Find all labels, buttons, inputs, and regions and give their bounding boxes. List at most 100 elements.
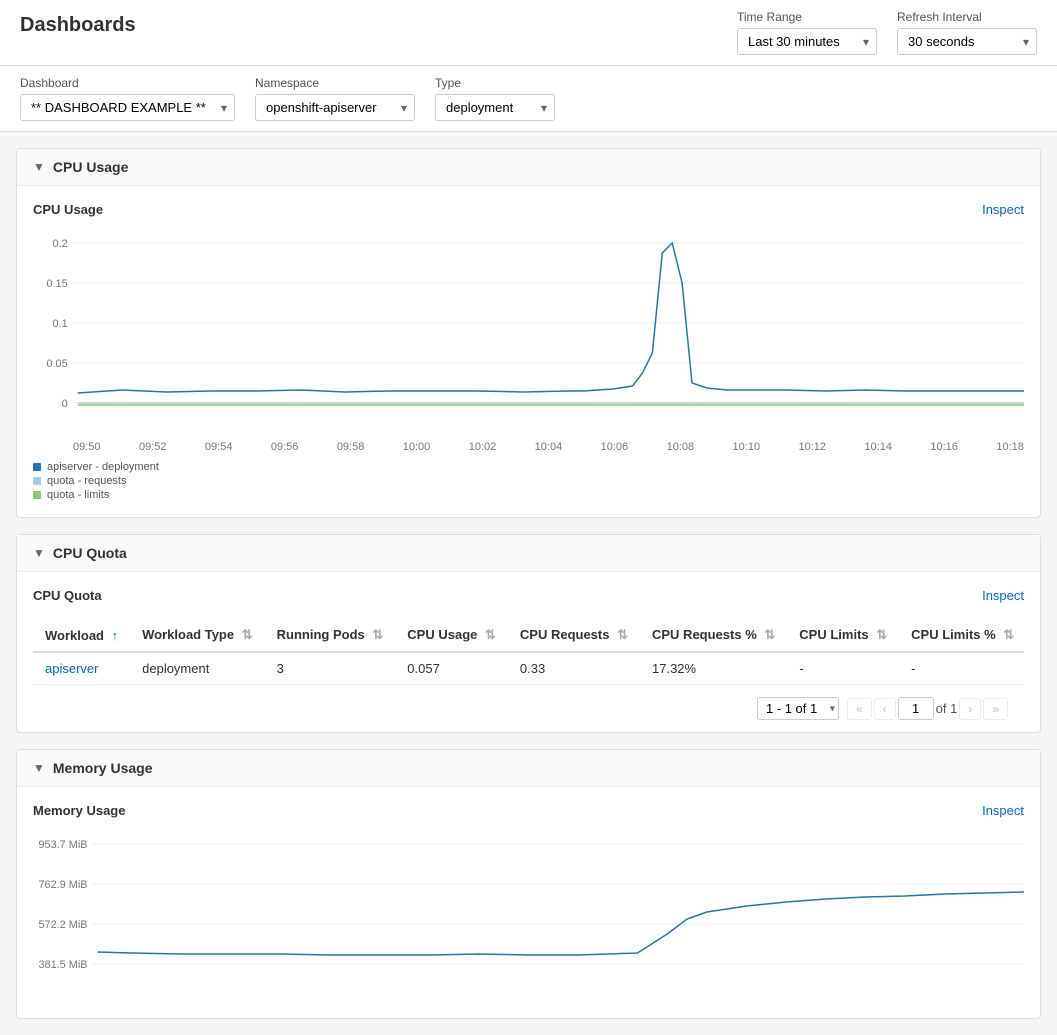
refresh-interval-label: Refresh Interval — [897, 10, 1037, 24]
cpu-quota-table-container: Workload ↑ Workload Type ⇅ Running Pods … — [33, 619, 1024, 684]
refresh-interval-group: Refresh Interval Off 15 seconds 30 secon… — [897, 10, 1037, 55]
th-cpu-limits-pct-label: CPU Limits % — [911, 627, 996, 642]
dashboard-select[interactable]: ** DASHBOARD EXAMPLE ** — [20, 94, 235, 121]
filter-bar: Dashboard ** DASHBOARD EXAMPLE ** Namesp… — [0, 66, 1057, 132]
x-label-11: 10:12 — [798, 441, 826, 453]
cpu-usage-x-labels: 09:50 09:52 09:54 09:56 09:58 10:00 10:0… — [33, 441, 1024, 453]
time-controls: Time Range Last 5 minutes Last 15 minute… — [737, 10, 1037, 55]
page-prev-btn[interactable]: ‹ — [874, 698, 896, 720]
svg-text:0.05: 0.05 — [46, 358, 67, 370]
cpu-quota-chart-title: CPU Quota — [33, 588, 102, 603]
x-label-3: 09:56 — [271, 441, 299, 453]
refresh-interval-select-wrapper: Off 15 seconds 30 seconds 1 minute 5 min… — [897, 28, 1037, 55]
page-next-btn[interactable]: › — [959, 698, 981, 720]
td-cpu-requests-pct: 17.32% — [640, 652, 787, 684]
x-label-6: 10:02 — [469, 441, 497, 453]
x-label-10: 10:10 — [733, 441, 761, 453]
svg-text:953.7 MiB: 953.7 MiB — [38, 839, 87, 851]
td-workload: apiserver — [33, 652, 130, 684]
cpu-usage-section-title: CPU Usage — [53, 159, 128, 175]
legend-item-0: apiserver - deployment — [33, 461, 1024, 473]
th-workload-type[interactable]: Workload Type ⇅ — [130, 619, 265, 652]
cpu-quota-thead: Workload ↑ Workload Type ⇅ Running Pods … — [33, 619, 1024, 652]
type-select[interactable]: deployment — [435, 94, 555, 121]
workload-link[interactable]: apiserver — [45, 661, 98, 676]
memory-usage-header[interactable]: ▼ Memory Usage — [17, 750, 1040, 787]
x-label-7: 10:04 — [535, 441, 563, 453]
type-filter-label: Type — [435, 76, 555, 90]
th-cpu-requests-pct[interactable]: CPU Requests % ⇅ — [640, 619, 787, 652]
dashboard-filter-label: Dashboard — [20, 76, 235, 90]
namespace-select[interactable]: openshift-apiserver — [255, 94, 415, 121]
memory-usage-svg: 953.7 MiB 762.9 MiB 572.2 MiB 381.5 MiB — [33, 834, 1024, 994]
page-number-input[interactable] — [898, 697, 934, 720]
cpu-quota-header[interactable]: ▼ CPU Quota — [17, 535, 1040, 572]
cpu-usage-header[interactable]: ▼ CPU Usage — [17, 149, 1040, 186]
x-label-13: 10:16 — [930, 441, 958, 453]
svg-text:762.9 MiB: 762.9 MiB — [38, 879, 87, 891]
page-nav-buttons: « ‹ of 1 › » — [847, 697, 1008, 720]
memory-usage-chart: 953.7 MiB 762.9 MiB 572.2 MiB 381.5 MiB — [33, 834, 1024, 994]
th-workload-type-label: Workload Type — [142, 627, 234, 642]
svg-text:572.2 MiB: 572.2 MiB — [38, 919, 87, 931]
th-workload[interactable]: Workload ↑ — [33, 619, 130, 652]
page-title: Dashboards — [20, 14, 136, 37]
th-cpu-usage-label: CPU Usage — [407, 627, 477, 642]
th-cpu-requests[interactable]: CPU Requests ⇅ — [508, 619, 640, 652]
refresh-interval-select[interactable]: Off 15 seconds 30 seconds 1 minute 5 min… — [897, 28, 1037, 55]
td-workload-type: deployment — [130, 652, 265, 684]
cpu-usage-legend: apiserver - deployment quota - requests … — [33, 461, 1024, 501]
cpu-usage-section: ▼ CPU Usage CPU Usage Inspect 0.2 0.15 — [16, 148, 1041, 518]
svg-text:0.1: 0.1 — [53, 318, 68, 330]
th-cpu-limits[interactable]: CPU Limits ⇅ — [787, 619, 899, 652]
page-range-select[interactable]: 1 - 1 of 1 — [757, 697, 839, 720]
time-range-select[interactable]: Last 5 minutes Last 15 minutes Last 30 m… — [737, 28, 877, 55]
x-label-9: 10:08 — [667, 441, 695, 453]
cpu-usage-chart-title: CPU Usage — [33, 202, 103, 217]
main-content: ▼ CPU Usage CPU Usage Inspect 0.2 0.15 — [0, 132, 1057, 1035]
td-running-pods: 3 — [265, 652, 396, 684]
x-label-5: 10:00 — [403, 441, 431, 453]
memory-usage-chart-title: Memory Usage — [33, 803, 125, 818]
th-cpu-limits-pct[interactable]: CPU Limits % ⇅ — [899, 619, 1024, 652]
th-cpu-usage-sort-icon: ⇅ — [485, 627, 496, 642]
dashboard-filter-group: Dashboard ** DASHBOARD EXAMPLE ** — [20, 76, 235, 121]
memory-usage-chart-header: Memory Usage Inspect — [33, 803, 1024, 818]
td-cpu-limits: - — [787, 652, 899, 684]
x-label-12: 10:14 — [864, 441, 892, 453]
legend-label-1: quota - requests — [47, 475, 127, 487]
page-last-btn[interactable]: » — [983, 698, 1008, 720]
pagination: 1 - 1 of 1 « ‹ of 1 › » — [33, 684, 1024, 732]
th-cpu-usage[interactable]: CPU Usage ⇅ — [395, 619, 508, 652]
type-filter-group: Type deployment — [435, 76, 555, 121]
cpu-quota-body: CPU Quota Inspect Workload ↑ Workload Ty… — [17, 572, 1040, 732]
th-cpu-limits-label: CPU Limits — [799, 627, 868, 642]
page-first-btn[interactable]: « — [847, 698, 872, 720]
th-workload-type-sort-icon: ⇅ — [242, 627, 253, 642]
type-select-wrapper: deployment — [435, 94, 555, 121]
svg-text:0.15: 0.15 — [46, 278, 67, 290]
cpu-usage-chart: 0.2 0.15 0.1 0.05 0 — [33, 233, 1024, 433]
legend-label-2: quota - limits — [47, 489, 109, 501]
memory-usage-inspect-link[interactable]: Inspect — [982, 803, 1024, 818]
x-label-8: 10:06 — [601, 441, 629, 453]
page-of-label: of 1 — [936, 701, 958, 716]
cpu-usage-inspect-link[interactable]: Inspect — [982, 202, 1024, 217]
legend-item-1: quota - requests — [33, 475, 1024, 487]
time-range-select-wrapper: Last 5 minutes Last 15 minutes Last 30 m… — [737, 28, 877, 55]
cpu-quota-table: Workload ↑ Workload Type ⇅ Running Pods … — [33, 619, 1024, 684]
memory-usage-chevron: ▼ — [33, 761, 45, 775]
cpu-quota-inspect-link[interactable]: Inspect — [982, 588, 1024, 603]
th-workload-sort-icon: ↑ — [112, 628, 119, 643]
cpu-quota-section: ▼ CPU Quota CPU Quota Inspect Workload ↑ — [16, 534, 1041, 733]
svg-text:381.5 MiB: 381.5 MiB — [38, 959, 87, 971]
x-label-2: 09:54 — [205, 441, 233, 453]
svg-text:0: 0 — [62, 398, 68, 410]
legend-item-2: quota - limits — [33, 489, 1024, 501]
td-cpu-limits-pct: - — [899, 652, 1024, 684]
th-running-pods-label: Running Pods — [277, 627, 365, 642]
th-cpu-requests-sort-icon: ⇅ — [617, 627, 628, 642]
th-running-pods[interactable]: Running Pods ⇅ — [265, 619, 396, 652]
cpu-usage-chevron: ▼ — [33, 160, 45, 174]
x-label-0: 09:50 — [73, 441, 101, 453]
